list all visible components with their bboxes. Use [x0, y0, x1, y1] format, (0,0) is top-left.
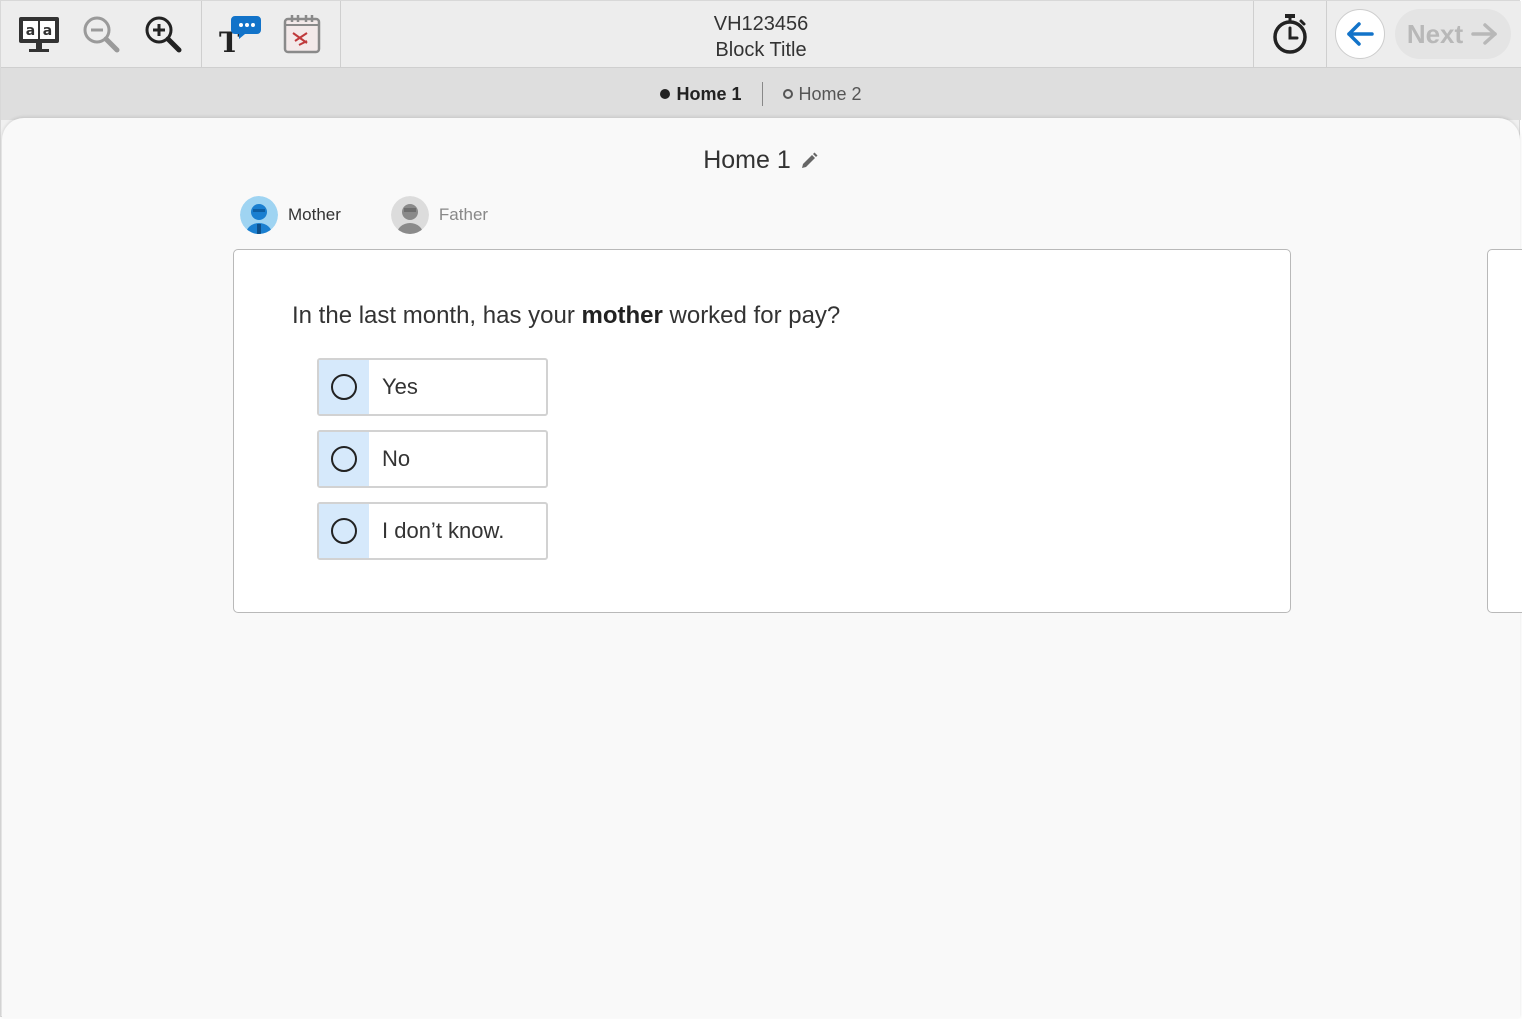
- timer-button[interactable]: [1253, 1, 1327, 67]
- translate-button[interactable]: a a: [15, 10, 63, 58]
- stopwatch-icon: [1273, 14, 1307, 54]
- person-label: Mother: [288, 205, 341, 224]
- translate-icon: a a: [19, 17, 59, 52]
- option-no[interactable]: No: [317, 430, 548, 488]
- inactive-dot-icon: [782, 89, 793, 99]
- calendar-icon: [283, 15, 321, 54]
- subtab-bar: Home 1 Home 2: [1, 68, 1521, 120]
- next-label: Next: [1406, 18, 1464, 49]
- toolbar: a a T VH123456 Block Title Next: [1, 1, 1521, 68]
- option-label: No: [382, 446, 411, 471]
- radio-area: [319, 504, 369, 558]
- answer-options: Yes No I don’t know.: [317, 358, 548, 560]
- question-suffix: worked for pay?: [662, 302, 841, 329]
- calendar-button[interactable]: [278, 10, 326, 58]
- question-card: In the last month, has your mother worke…: [233, 249, 1291, 613]
- pencil-icon[interactable]: [799, 151, 819, 171]
- active-dot-icon: [660, 89, 671, 99]
- question-prefix: In the last month, has your: [292, 302, 582, 329]
- subtab-home-1[interactable]: Home 1: [640, 84, 761, 105]
- nav-cell: Next: [1327, 1, 1521, 67]
- tool-cell-help: T: [202, 1, 341, 67]
- person-father[interactable]: Father: [390, 196, 489, 234]
- next-card-peek: [1487, 249, 1522, 613]
- option-dont-know[interactable]: I don’t know.: [317, 502, 548, 560]
- text-speech-icon: T: [219, 16, 261, 56]
- person-mother[interactable]: Mother: [240, 196, 341, 234]
- person-selector: Mother Father: [240, 196, 488, 234]
- radio-button[interactable]: [331, 446, 357, 472]
- next-button[interactable]: Next: [1395, 9, 1511, 59]
- option-label: I don’t know.: [382, 518, 505, 543]
- radio-button[interactable]: [331, 374, 357, 400]
- tool-group-left: a a T: [1, 1, 341, 67]
- option-label: Yes: [382, 374, 418, 399]
- zoom-in-button[interactable]: [139, 10, 187, 58]
- zoom-out-button[interactable]: [77, 10, 125, 58]
- person-label: Father: [438, 205, 489, 224]
- radio-button[interactable]: [331, 518, 357, 544]
- subtab-home-2[interactable]: Home 2: [763, 84, 882, 105]
- page-title: Home 1: [2, 146, 1520, 175]
- mother-avatar-icon: [240, 196, 278, 234]
- tool-cell-view: a a: [1, 1, 202, 67]
- arrow-left-icon: [1347, 22, 1374, 46]
- back-button[interactable]: [1335, 9, 1385, 59]
- tool-group-right: Next: [1253, 1, 1521, 67]
- subtab-label: Home 1: [676, 83, 742, 104]
- svg-text:a: a: [26, 23, 35, 39]
- radio-area: [319, 360, 369, 414]
- question-emphasis: mother: [581, 302, 663, 329]
- father-avatar-icon: [390, 196, 429, 234]
- text-to-speech-button[interactable]: T: [216, 10, 264, 58]
- zoom-in-icon: [145, 16, 182, 53]
- radio-area: [319, 432, 369, 486]
- arrow-right-icon: [1471, 23, 1497, 45]
- main-content: Home 1 Mother Father In the last month, …: [2, 118, 1522, 1018]
- app-frame: a a T VH123456 Block Title Next Home 1 H…: [0, 0, 1522, 1018]
- option-yes[interactable]: Yes: [317, 358, 548, 416]
- zoom-out-icon: [83, 16, 120, 53]
- svg-text:a: a: [43, 23, 52, 39]
- question-text: In the last month, has your mother worke…: [292, 302, 840, 330]
- page-title-text: Home 1: [703, 146, 791, 174]
- subtab-label: Home 2: [798, 83, 862, 104]
